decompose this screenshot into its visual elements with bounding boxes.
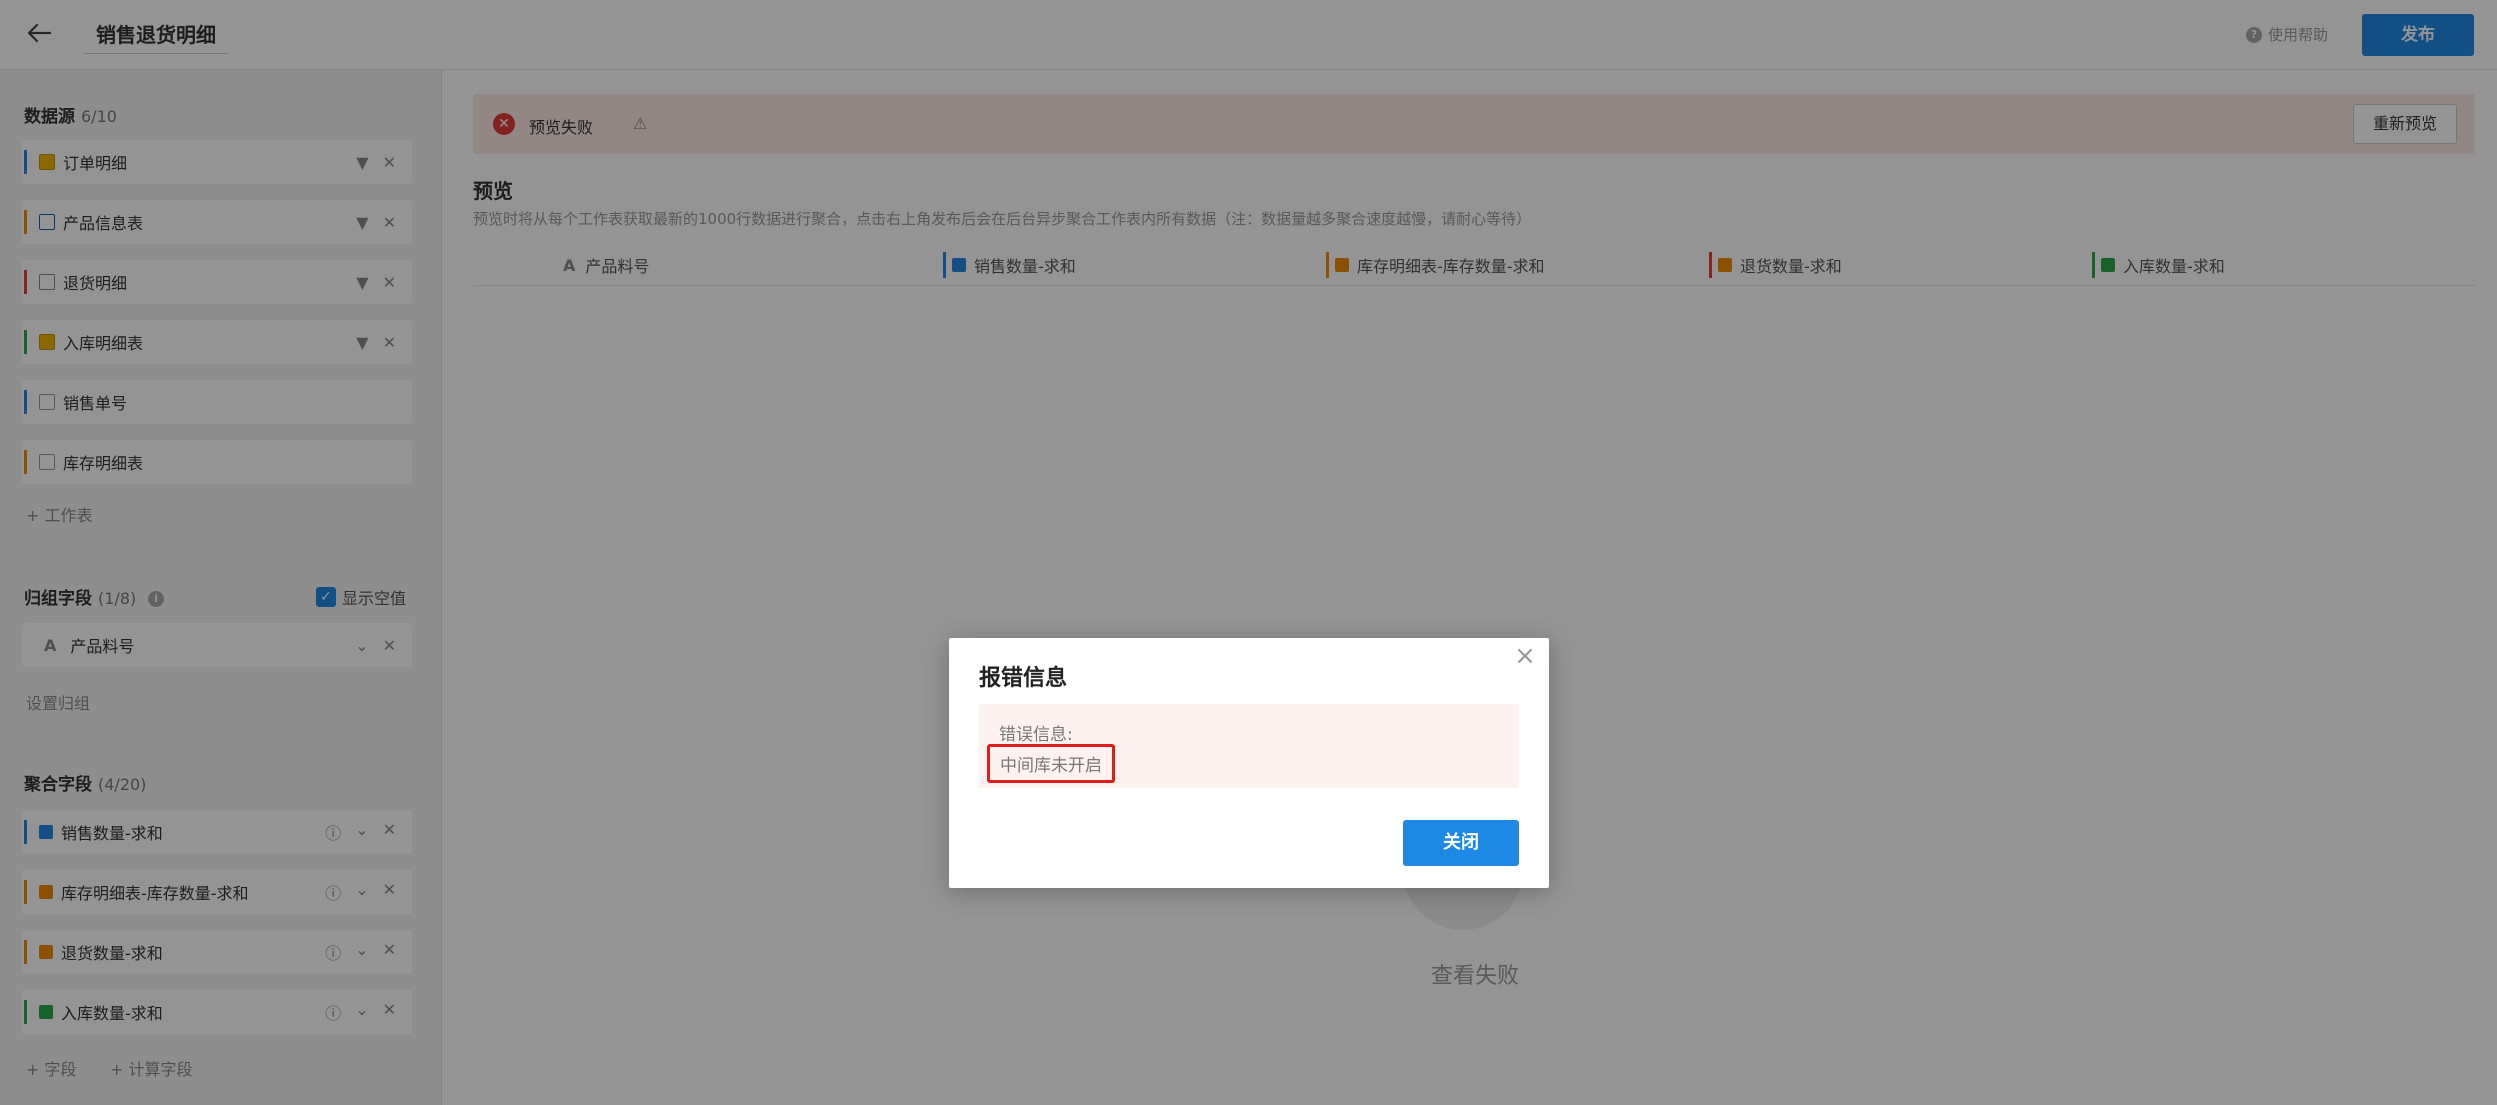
error-value: 中间库未开启	[987, 744, 1115, 783]
error-dialog: 报错信息 × 错误信息: 中间库未开启 关闭	[949, 638, 1549, 888]
close-button[interactable]: 关闭	[1403, 820, 1519, 866]
dialog-title: 报错信息	[979, 666, 1068, 691]
close-icon[interactable]: ×	[1511, 642, 1539, 670]
modal-overlay[interactable]	[0, 0, 2497, 1105]
error-label: 错误信息:	[999, 725, 1073, 745]
error-detail-box: 错误信息: 中间库未开启	[979, 704, 1519, 788]
